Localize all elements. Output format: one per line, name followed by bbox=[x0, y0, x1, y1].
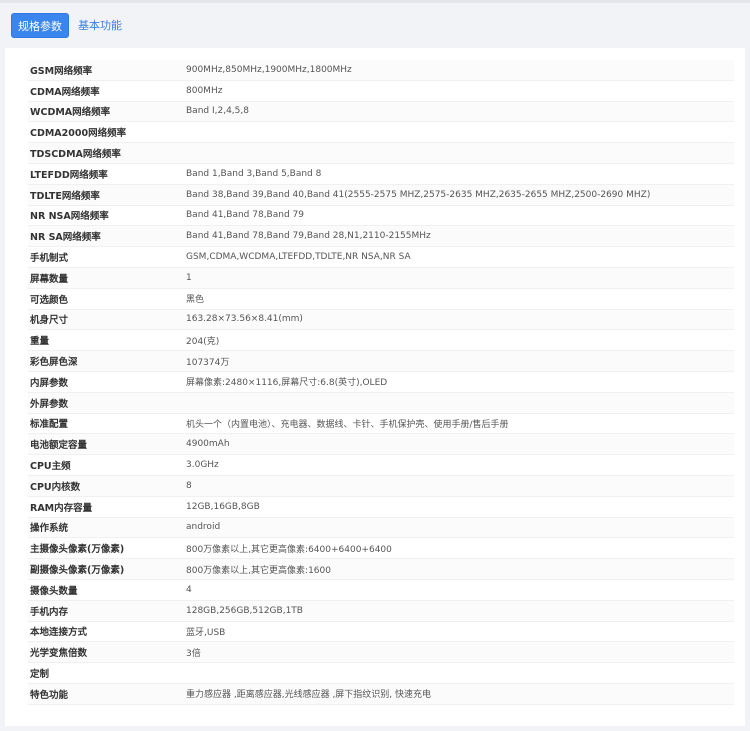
spec-label: 手机内存 bbox=[30, 606, 69, 618]
spec-row: 操作系统 android bbox=[28, 517, 734, 539]
spec-row: CPU内核数 8 bbox=[28, 475, 734, 497]
spec-value: Band 41,Band 78,Band 79,Band 28,N1,2110-… bbox=[186, 231, 431, 242]
spec-row: 屏幕数量 1 bbox=[28, 267, 734, 289]
spec-row: CPU主频 3.0GHz bbox=[28, 455, 734, 476]
spec-label: TDSCDMA网络频率 bbox=[30, 149, 121, 161]
spec-row: 外屏参数 bbox=[28, 392, 734, 414]
spec-row: CDMA网络频率 800MHz bbox=[28, 81, 734, 102]
spec-label: 副摄像头像素(万像素) bbox=[30, 565, 125, 577]
spec-label: CDMA2000网络频率 bbox=[30, 128, 127, 140]
spec-row: 副摄像头像素(万像素) 800万像素以上,其它更高像素:1600 bbox=[28, 559, 734, 580]
spec-panel: GSM网络频率 900MHz,850MHz,1900MHz,1800MHz CDMA… bbox=[5, 48, 745, 726]
spec-value: Band 38,Band 39,Band 40,Band 41(2555-257… bbox=[186, 189, 651, 200]
spec-label: 光学变焦倍数 bbox=[30, 648, 88, 660]
spec-label: 主摄像头像素(万像素) bbox=[30, 544, 125, 556]
spec-row: 摄像头数量 4 bbox=[28, 580, 734, 601]
spec-value: 800MHz bbox=[186, 85, 223, 96]
spec-value: 163.28×73.56×8.41(mm) bbox=[186, 314, 303, 325]
spec-row: LTEFDD网络频率 Band 1,Band 3,Band 5,Band 8 bbox=[28, 164, 734, 185]
spec-label: RAM内存容量 bbox=[30, 502, 93, 514]
spec-row: GSM网络频率 900MHz,850MHz,1900MHz,1800MHz bbox=[28, 60, 734, 81]
spec-row: 电池额定容量 4900mAh bbox=[28, 434, 734, 456]
spec-label: 电池额定容量 bbox=[30, 440, 88, 452]
spec-value: android bbox=[186, 522, 221, 533]
spec-label: 内屏参数 bbox=[30, 377, 69, 389]
spec-row: 标准配置 机头一个（内置电池）、充电器、数据线、卡针、手机保护壳、使用手册/售后手… bbox=[28, 414, 734, 435]
spec-label: 特色功能 bbox=[30, 689, 69, 701]
spec-row: CDMA2000网络频率 bbox=[28, 122, 734, 144]
spec-label: 机身尺寸 bbox=[30, 315, 69, 327]
tab-basic-features[interactable]: 基本功能 bbox=[78, 13, 122, 38]
spec-value: 重力感应器 ,距离感应器,光线感应器 ,屏下指纹识别, 快速充电 bbox=[186, 690, 432, 701]
spec-table: GSM网络频率 900MHz,850MHz,1900MHz,1800MHz CDMA… bbox=[28, 60, 734, 705]
spec-label: TDLTE网络频率 bbox=[30, 190, 100, 202]
spec-row: 特色功能 重力感应器 ,距离感应器,光线感应器 ,屏下指纹识别, 快速充电 bbox=[28, 683, 734, 705]
spec-label: 彩色屏色深 bbox=[30, 357, 78, 369]
spec-row: RAM内存容量 12GB,16GB,8GB bbox=[28, 497, 734, 518]
spec-value: GSM,CDMA,WCDMA,LTEFDD,TDLTE,NR NSA,NR SA bbox=[186, 252, 411, 263]
spec-value: 3.0GHz bbox=[186, 460, 219, 471]
tab-bar: 规格参数 基本功能 bbox=[0, 0, 750, 48]
spec-value: Band 41,Band 78,Band 79 bbox=[186, 210, 304, 221]
spec-value: 机头一个（内置电池）、充电器、数据线、卡针、手机保护壳、使用手册/售后手册 bbox=[186, 419, 509, 430]
spec-row: 彩色屏色深 107374万 bbox=[28, 351, 734, 372]
spec-row: 本地连接方式 蓝牙,USB bbox=[28, 622, 734, 643]
spec-label: CPU内核数 bbox=[30, 481, 81, 493]
spec-value: 12GB,16GB,8GB bbox=[186, 501, 260, 512]
spec-row: 定制 bbox=[28, 663, 734, 684]
spec-label: CDMA网络频率 bbox=[30, 86, 100, 98]
spec-label: 可选颜色 bbox=[30, 294, 69, 306]
spec-value: 204(克) bbox=[186, 336, 220, 347]
spec-label: NR NSA网络频率 bbox=[30, 211, 109, 223]
spec-value: 4 bbox=[186, 584, 192, 595]
spec-value: 900MHz,850MHz,1900MHz,1800MHz bbox=[186, 64, 352, 75]
spec-value: 3倍 bbox=[186, 648, 201, 659]
spec-label: 手机制式 bbox=[30, 253, 69, 265]
spec-label: 重量 bbox=[30, 336, 50, 348]
spec-value: 107374万 bbox=[186, 357, 230, 368]
spec-value: 4900mAh bbox=[186, 439, 230, 450]
spec-row: 手机制式 GSM,CDMA,WCDMA,LTEFDD,TDLTE,NR NSA,N… bbox=[28, 247, 734, 268]
spec-row: 重量 204(克) bbox=[28, 330, 734, 352]
spec-value: 8 bbox=[186, 480, 192, 491]
spec-label: 定制 bbox=[30, 669, 50, 680]
spec-label: NR SA网络频率 bbox=[30, 232, 101, 244]
spec-row: TDSCDMA网络频率 bbox=[28, 143, 734, 164]
spec-value: Band Ⅰ,2,4,5,8 bbox=[186, 106, 249, 117]
tab-specs[interactable]: 规格参数 bbox=[11, 13, 69, 38]
spec-value: 屏幕像素:2480×1116,屏幕尺寸:6.8(英寸),OLED bbox=[186, 378, 388, 389]
spec-row: 机身尺寸 163.28×73.56×8.41(mm) bbox=[28, 309, 734, 331]
spec-value: 800万像素以上,其它更高像素:1600 bbox=[186, 565, 331, 576]
spec-value: 800万像素以上,其它更高像素:6400+6400+6400 bbox=[186, 544, 392, 555]
spec-row: 光学变焦倍数 3倍 bbox=[28, 642, 734, 664]
spec-label: CPU主频 bbox=[30, 461, 71, 473]
spec-label: 本地连接方式 bbox=[30, 627, 88, 639]
spec-label: 外屏参数 bbox=[30, 398, 69, 410]
spec-row: NR SA网络频率 Band 41,Band 78,Band 79,Band 28… bbox=[28, 226, 734, 248]
spec-value: 黑色 bbox=[186, 295, 205, 306]
spec-value: 1 bbox=[186, 272, 192, 283]
spec-label: 摄像头数量 bbox=[30, 585, 78, 597]
spec-label: 操作系统 bbox=[30, 523, 69, 535]
spec-label: 标准配置 bbox=[30, 419, 69, 431]
spec-row: NR NSA网络频率 Band 41,Band 78,Band 79 bbox=[28, 206, 734, 227]
spec-row: TDLTE网络频率 Band 38,Band 39,Band 40,Band 41… bbox=[28, 184, 734, 206]
spec-row: 内屏参数 屏幕像素:2480×1116,屏幕尺寸:6.8(英寸),OLED bbox=[28, 372, 734, 393]
spec-row: 手机内存 128GB,256GB,512GB,1TB bbox=[28, 600, 734, 622]
spec-row: 主摄像头像素(万像素) 800万像素以上,其它更高像素:6400+6400+640… bbox=[28, 538, 734, 560]
spec-value: Band 1,Band 3,Band 5,Band 8 bbox=[186, 168, 322, 179]
spec-value: 128GB,256GB,512GB,1TB bbox=[186, 605, 303, 616]
spec-value: 蓝牙,USB bbox=[186, 627, 226, 638]
spec-label: WCDMA网络频率 bbox=[30, 107, 111, 119]
spec-label: 屏幕数量 bbox=[30, 273, 69, 285]
spec-row: 可选颜色 黑色 bbox=[28, 289, 734, 310]
spec-label: LTEFDD网络频率 bbox=[30, 169, 108, 181]
spec-row: WCDMA网络频率 Band Ⅰ,2,4,5,8 bbox=[28, 101, 734, 123]
spec-label: GSM网络频率 bbox=[30, 65, 93, 77]
